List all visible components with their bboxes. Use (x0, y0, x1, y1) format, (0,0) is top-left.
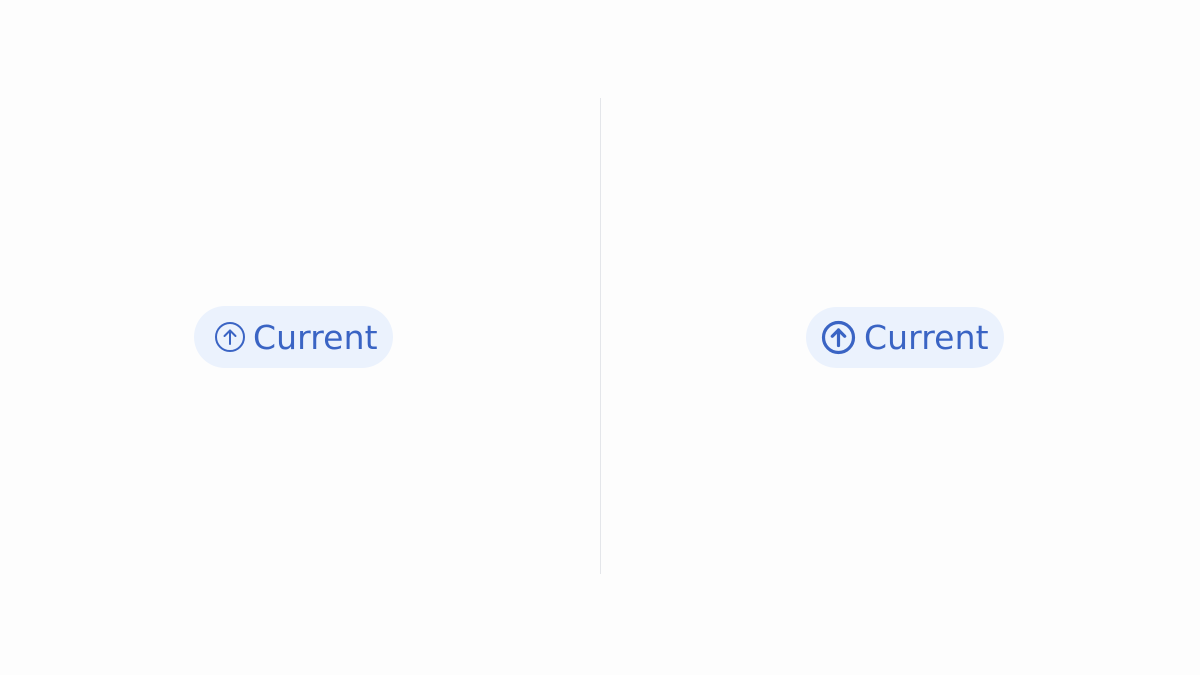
status-badge-label: Current (253, 317, 378, 357)
current-status-badge-bold: Current (806, 307, 1004, 368)
arrow-up-circle-icon (821, 320, 856, 355)
current-status-badge: Current (194, 306, 393, 368)
vertical-divider (600, 98, 601, 574)
arrow-up-circle-icon (214, 321, 246, 353)
status-badge-label: Current (864, 318, 989, 357)
